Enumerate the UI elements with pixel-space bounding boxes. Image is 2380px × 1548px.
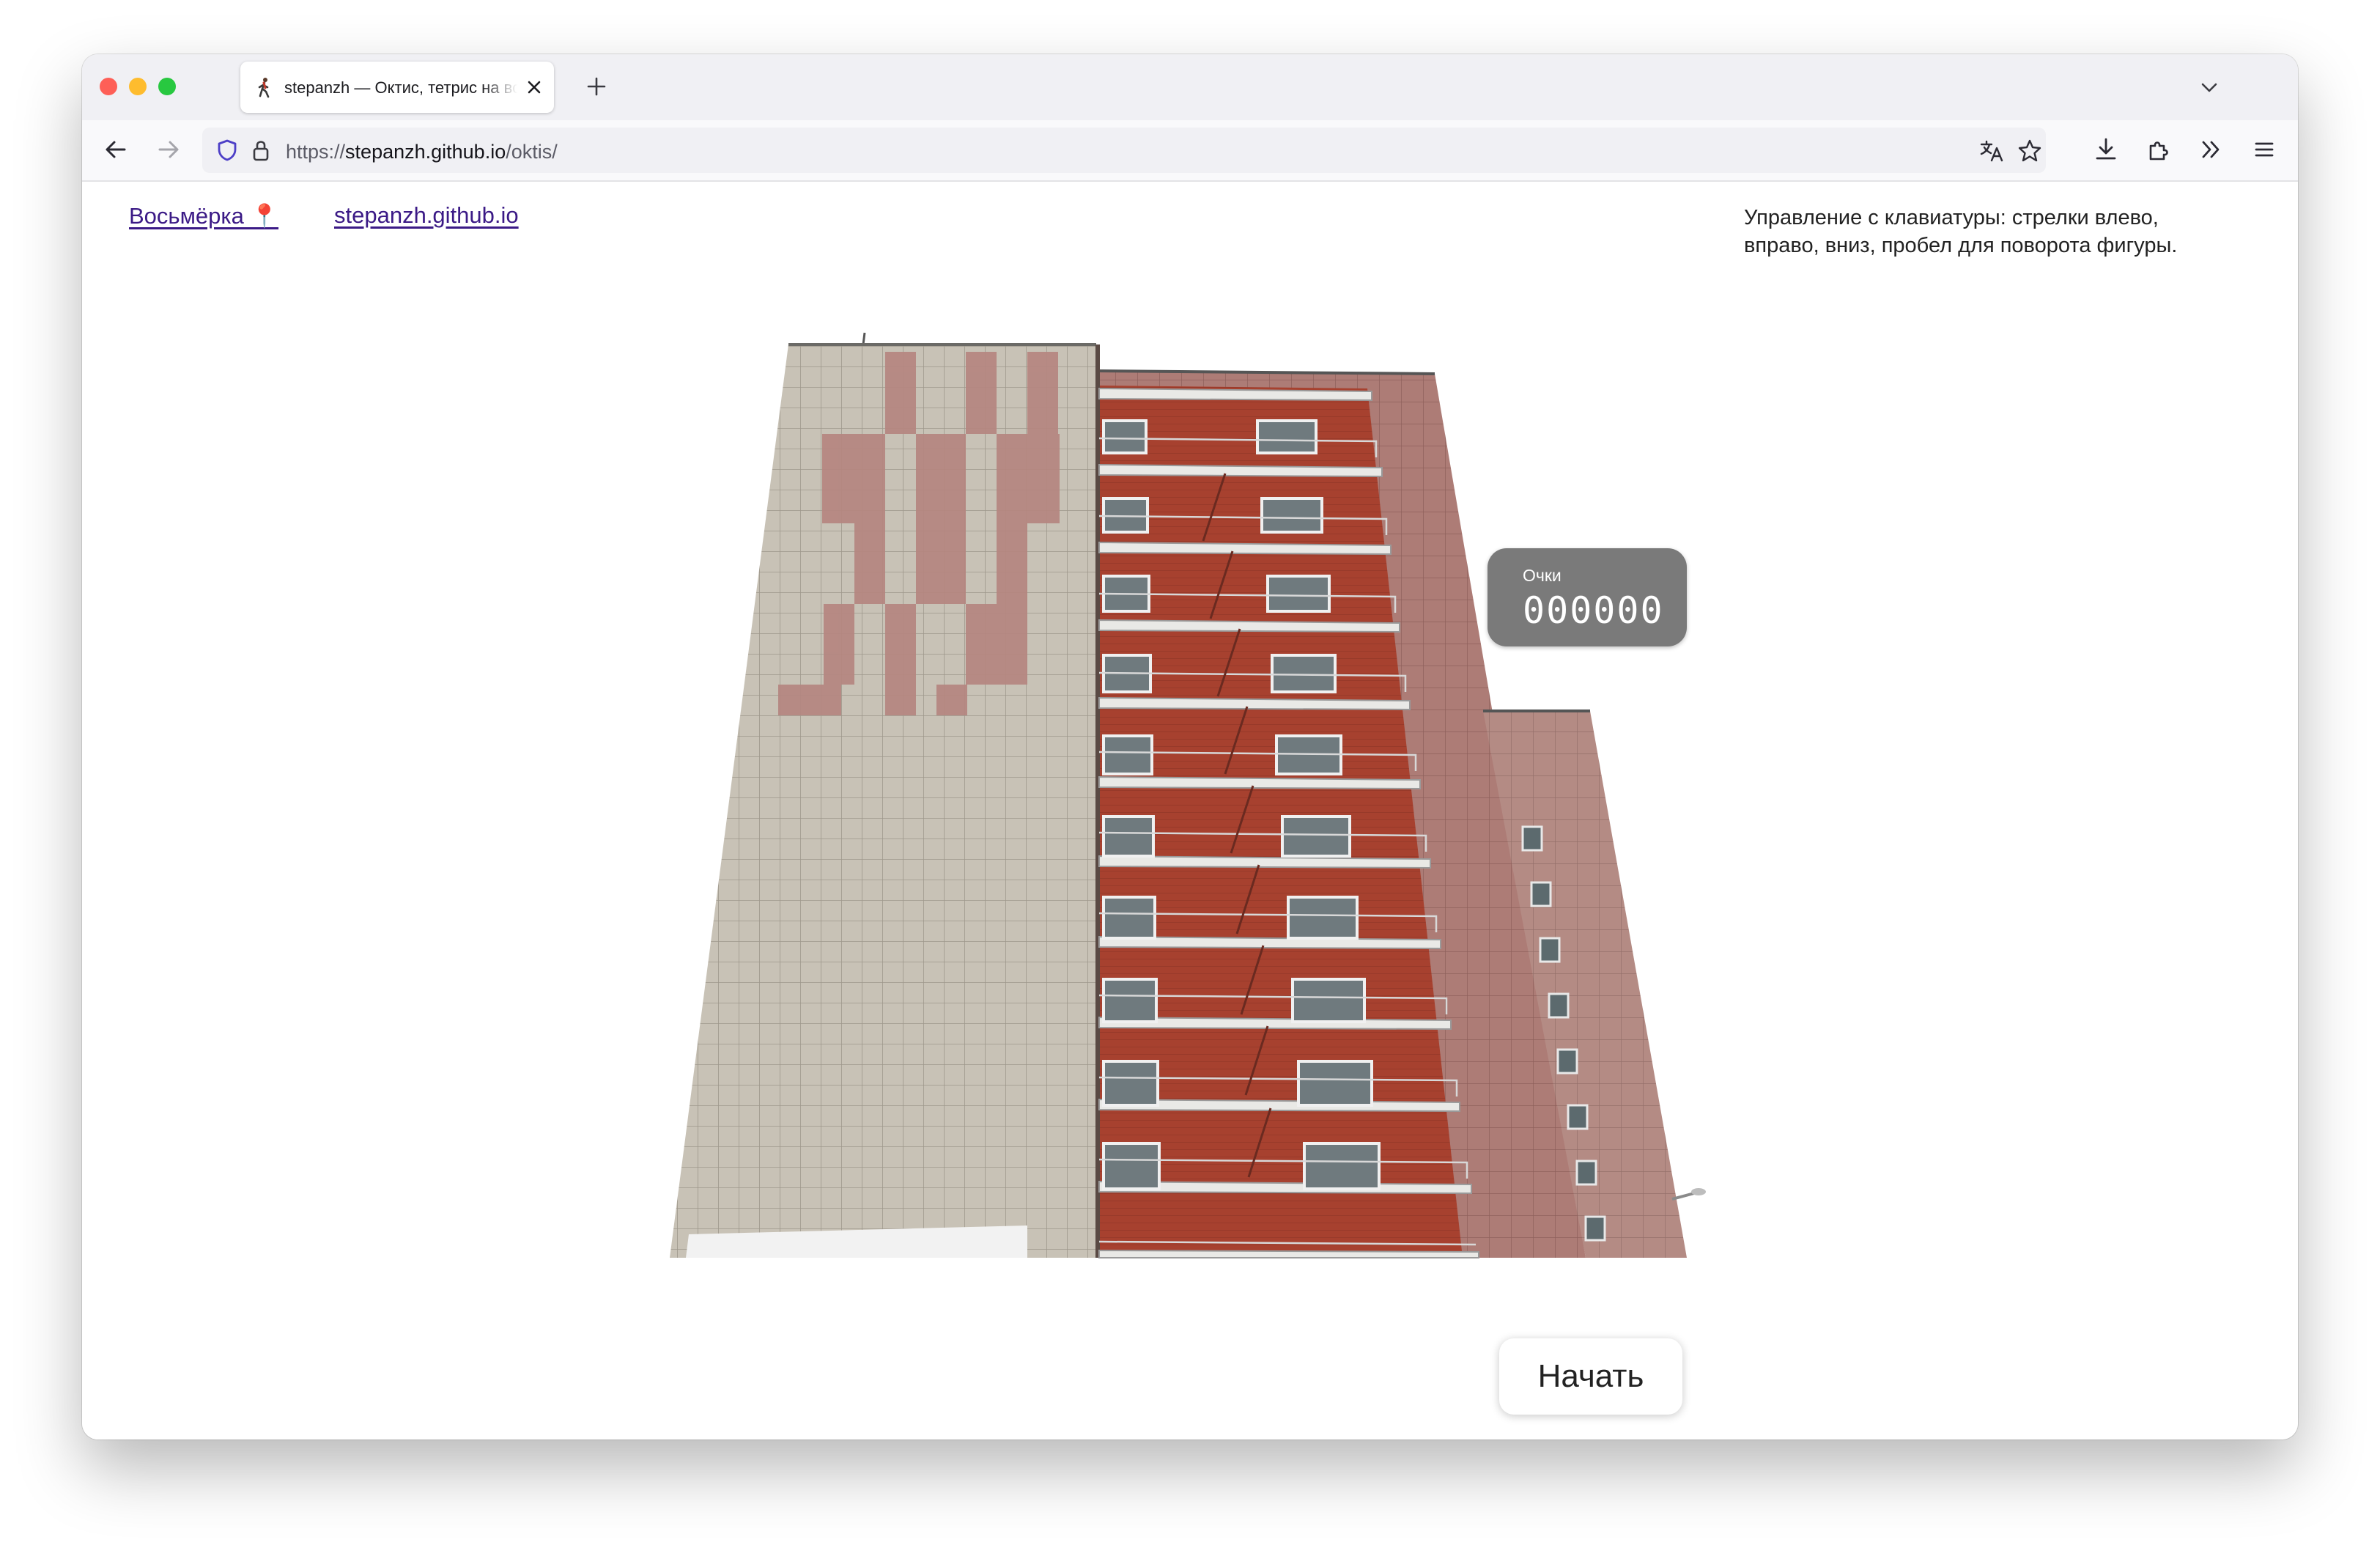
tab-strip: stepanzh — Октис, тетрис на восьмёрке: [82, 54, 2298, 120]
url-path: /oktis/: [506, 141, 558, 163]
minimize-window-button[interactable]: [129, 78, 147, 95]
close-window-button[interactable]: [100, 78, 117, 95]
building-facade-image: [670, 332, 1706, 1258]
navigation-toolbar: https://stepanzh.github.io/oktis/: [82, 120, 2298, 182]
tab-list-chevron-icon[interactable]: [2198, 76, 2220, 98]
lock-icon[interactable]: [249, 138, 273, 163]
tab-title: stepanzh — Октис, тетрис на восьмёрке: [284, 78, 517, 97]
extensions-icon[interactable]: [2144, 135, 2173, 164]
bookmark-star-icon[interactable]: [2017, 138, 2043, 164]
start-button[interactable]: Начать: [1499, 1338, 1682, 1415]
back-arrow-icon[interactable]: [101, 135, 130, 164]
address-bar[interactable]: https://stepanzh.github.io/oktis/: [202, 128, 2046, 173]
new-tab-plus-icon[interactable]: [585, 75, 608, 98]
score-label: Очки: [1523, 566, 1562, 585]
close-icon[interactable]: [525, 78, 544, 97]
overflow-chevrons-icon[interactable]: [2197, 135, 2226, 164]
url-host: stepanzh.github.io: [345, 141, 506, 163]
download-icon[interactable]: [2091, 135, 2121, 164]
active-tab[interactable]: stepanzh — Октис, тетрис на восьмёрке: [240, 62, 554, 113]
walking-figure-icon: [258, 78, 270, 98]
zoom-window-button[interactable]: [158, 78, 176, 95]
shield-icon[interactable]: [215, 139, 239, 162]
page-content: Восьмёрка 📍 stepanzh.github.io Управлени…: [82, 182, 2298, 1440]
url-scheme: https://: [286, 141, 346, 163]
forward-arrow-icon[interactable]: [154, 135, 183, 164]
browser-window: stepanzh — Октис, тетрис на восьмёрке: [82, 54, 2298, 1440]
translate-icon[interactable]: [1978, 138, 2005, 164]
menu-icon[interactable]: [2250, 135, 2279, 164]
score-panel: Очки 000000: [1488, 548, 1687, 646]
url-text[interactable]: https://stepanzh.github.io/oktis/: [286, 141, 558, 163]
score-value: 000000: [1523, 589, 1664, 632]
